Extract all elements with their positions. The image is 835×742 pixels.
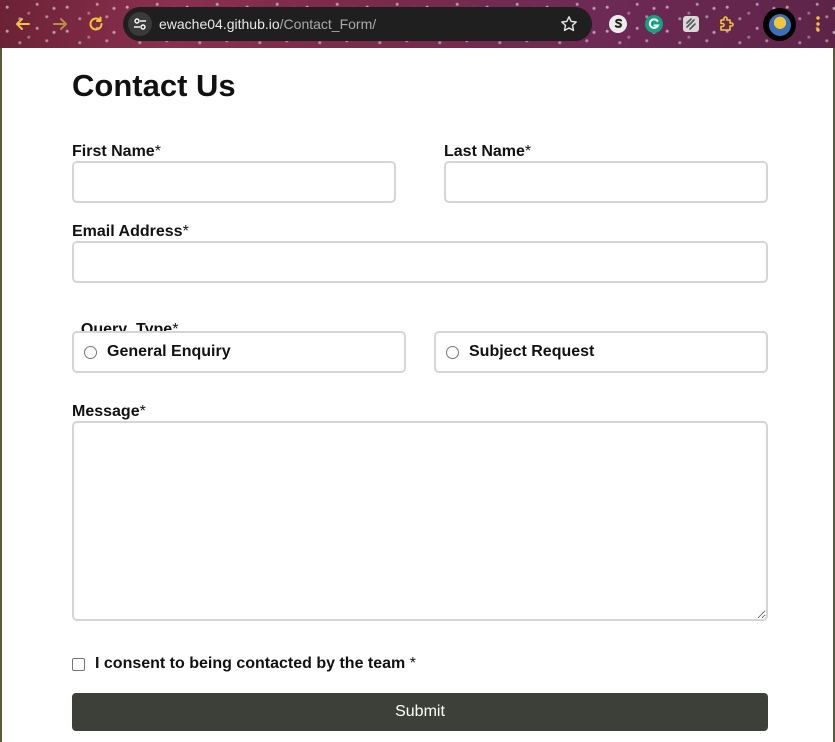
required-marker: *	[405, 655, 416, 672]
last-name-input[interactable]	[444, 161, 768, 203]
avatar-image	[768, 13, 791, 36]
more-vert-icon[interactable]	[808, 14, 828, 34]
consent-label-text: I consent to being contacted by the team	[95, 655, 406, 672]
radio-subject-request[interactable]: Subject Request	[434, 331, 768, 373]
back-button[interactable]	[11, 12, 35, 36]
radio-button[interactable]	[84, 345, 97, 359]
site-info-button[interactable]	[128, 12, 152, 36]
email-label-text: Email Address	[72, 223, 183, 240]
window-edge-left	[0, 48, 2, 742]
required-marker: *	[154, 143, 161, 160]
star-icon[interactable]	[560, 15, 578, 33]
message-textarea[interactable]	[72, 421, 768, 621]
s-extension-icon[interactable]	[608, 14, 628, 34]
first-name-label-text: First Name	[72, 143, 155, 160]
first-name-label: First Name*	[72, 143, 161, 161]
page-title: Contact Us	[72, 68, 236, 103]
profile-avatar[interactable]	[763, 8, 796, 41]
url-text[interactable]: ewache04.github.io/Contact_Form/	[159, 16, 376, 32]
email-label: Email Address*	[72, 223, 189, 241]
consent-label[interactable]: I consent to being contacted by the team…	[95, 655, 416, 673]
required-marker: *	[182, 223, 189, 240]
last-name-label: Last Name*	[444, 143, 531, 161]
radio-general-enquiry[interactable]: General Enquiry	[72, 331, 406, 373]
required-marker: *	[524, 143, 532, 160]
url-domain: ewache04.github.io	[159, 16, 280, 32]
address-bar[interactable]: ewache04.github.io/Contact_Form/	[123, 7, 592, 41]
arrow-right-icon	[53, 18, 67, 30]
required-marker: *	[139, 403, 146, 420]
browser-toolbar: ewache04.github.io/Contact_Form/	[0, 0, 835, 48]
radio-label: Subject Request	[469, 343, 595, 360]
message-label-text: Message	[72, 403, 140, 420]
message-label: Message*	[72, 403, 146, 421]
first-name-input[interactable]	[72, 161, 396, 203]
email-input[interactable]	[72, 241, 768, 283]
puzzle-icon[interactable]	[717, 14, 737, 34]
radio-label: General Enquiry	[107, 343, 231, 360]
reload-icon	[89, 16, 103, 31]
grammarly-icon[interactable]	[644, 14, 664, 34]
url-path: /Contact_Form/	[279, 16, 377, 32]
consent-checkbox[interactable]	[72, 658, 85, 671]
arrow-left-icon	[16, 18, 30, 30]
last-name-label-text: Last Name	[444, 143, 525, 160]
forward-button[interactable]	[48, 12, 72, 36]
radio-button[interactable]	[446, 345, 459, 359]
reload-button[interactable]	[84, 12, 108, 36]
tune-icon	[134, 18, 146, 30]
notes-extension-icon[interactable]	[681, 14, 701, 34]
submit-button[interactable]: Submit	[72, 693, 768, 731]
